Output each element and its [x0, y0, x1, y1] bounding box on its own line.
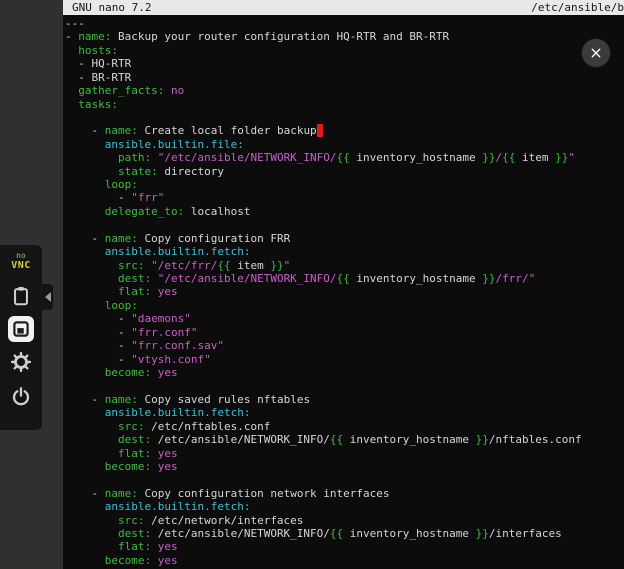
terminal-window: GNU nano 7.2 /etc/ansible/b ---- name: B… — [63, 0, 624, 569]
editor-line: - "frr.conf" — [65, 326, 624, 339]
settings-button[interactable] — [8, 349, 34, 375]
nano-file-path: /etc/ansible/b — [531, 0, 624, 15]
editor-line: - "frr.conf.sav" — [65, 339, 624, 352]
editor-line: ansible.builtin.fetch: — [65, 500, 624, 513]
editor-line — [65, 379, 624, 392]
power-button[interactable] — [8, 384, 34, 410]
editor-line: tasks: — [65, 98, 624, 111]
editor-line: ansible.builtin.file: — [65, 138, 624, 151]
vnc-toolbar: no VNC — [0, 245, 42, 430]
editor-line: ansible.builtin.fetch: — [65, 245, 624, 258]
editor-line: flat: yes — [65, 540, 624, 553]
editor-line: loop: — [65, 299, 624, 312]
power-icon — [10, 386, 32, 408]
editor-line — [65, 111, 624, 124]
editor-line: flat: yes — [65, 285, 624, 298]
editor-line: become: yes — [65, 366, 624, 379]
page-root: { "vnc_sidebar": { "logo_top": "no", "lo… — [0, 0, 624, 569]
editor-line — [65, 218, 624, 231]
fullscreen-icon — [10, 318, 32, 340]
editor-line: become: yes — [65, 460, 624, 473]
editor-line: src: /etc/network/interfaces — [65, 514, 624, 527]
editor-line: dest: /etc/ansible/NETWORK_INFO/{{ inven… — [65, 433, 624, 446]
novnc-logo-vnc: VNC — [11, 261, 31, 271]
editor-line: --- — [65, 17, 624, 30]
close-button[interactable] — [582, 39, 610, 67]
nano-titlebar: GNU nano 7.2 /etc/ansible/b — [63, 0, 624, 15]
clipboard-button[interactable] — [8, 283, 34, 309]
editor-line: - "daemons" — [65, 312, 624, 325]
editor-line: - "vtysh.conf" — [65, 353, 624, 366]
editor-line: gather_facts: no — [65, 84, 624, 97]
nano-app-title: GNU nano 7.2 — [72, 0, 151, 15]
editor-line: - "frr" — [65, 191, 624, 204]
editor-line: - name: Copy saved rules nftables — [65, 393, 624, 406]
editor-line: - name: Copy configuration network inter… — [65, 487, 624, 500]
editor-line: src: /etc/nftables.conf — [65, 420, 624, 433]
editor-line: - name: Copy configuration FRR — [65, 232, 624, 245]
editor-line: hosts: — [65, 44, 624, 57]
editor-line: dest: "/etc/ansible/NETWORK_INFO/{{ inve… — [65, 272, 624, 285]
editor-line: - name: Create local folder backup — [65, 124, 624, 137]
close-icon — [587, 44, 605, 62]
editor-line: state: directory — [65, 165, 624, 178]
editor-line: delegate_to: localhost — [65, 205, 624, 218]
chevron-left-icon — [44, 291, 52, 303]
editor-line: path: "/etc/ansible/NETWORK_INFO/{{ inve… — [65, 151, 624, 164]
fullscreen-button[interactable] — [8, 316, 34, 342]
editor-line: become: yes — [65, 554, 624, 567]
editor-line: dest: /etc/ansible/NETWORK_INFO/{{ inven… — [65, 527, 624, 540]
gear-icon — [10, 351, 32, 373]
editor-line: src: "/etc/frr/{{ item }}" — [65, 259, 624, 272]
editor-line: - HQ-RTR — [65, 57, 624, 70]
toolbar-collapse-handle[interactable] — [42, 284, 53, 310]
editor-line: ansible.builtin.fetch: — [65, 406, 624, 419]
editor-line: flat: yes — [65, 447, 624, 460]
editor-line: - BR-RTR — [65, 71, 624, 84]
novnc-logo: no VNC — [11, 251, 31, 271]
editor-line: - name: Backup your router configuration… — [65, 30, 624, 43]
editor-line: loop: — [65, 178, 624, 191]
clipboard-icon — [10, 285, 32, 307]
text-cursor — [317, 124, 324, 137]
editor-area[interactable]: ---- name: Backup your router configurat… — [63, 15, 624, 567]
editor-line — [65, 473, 624, 486]
